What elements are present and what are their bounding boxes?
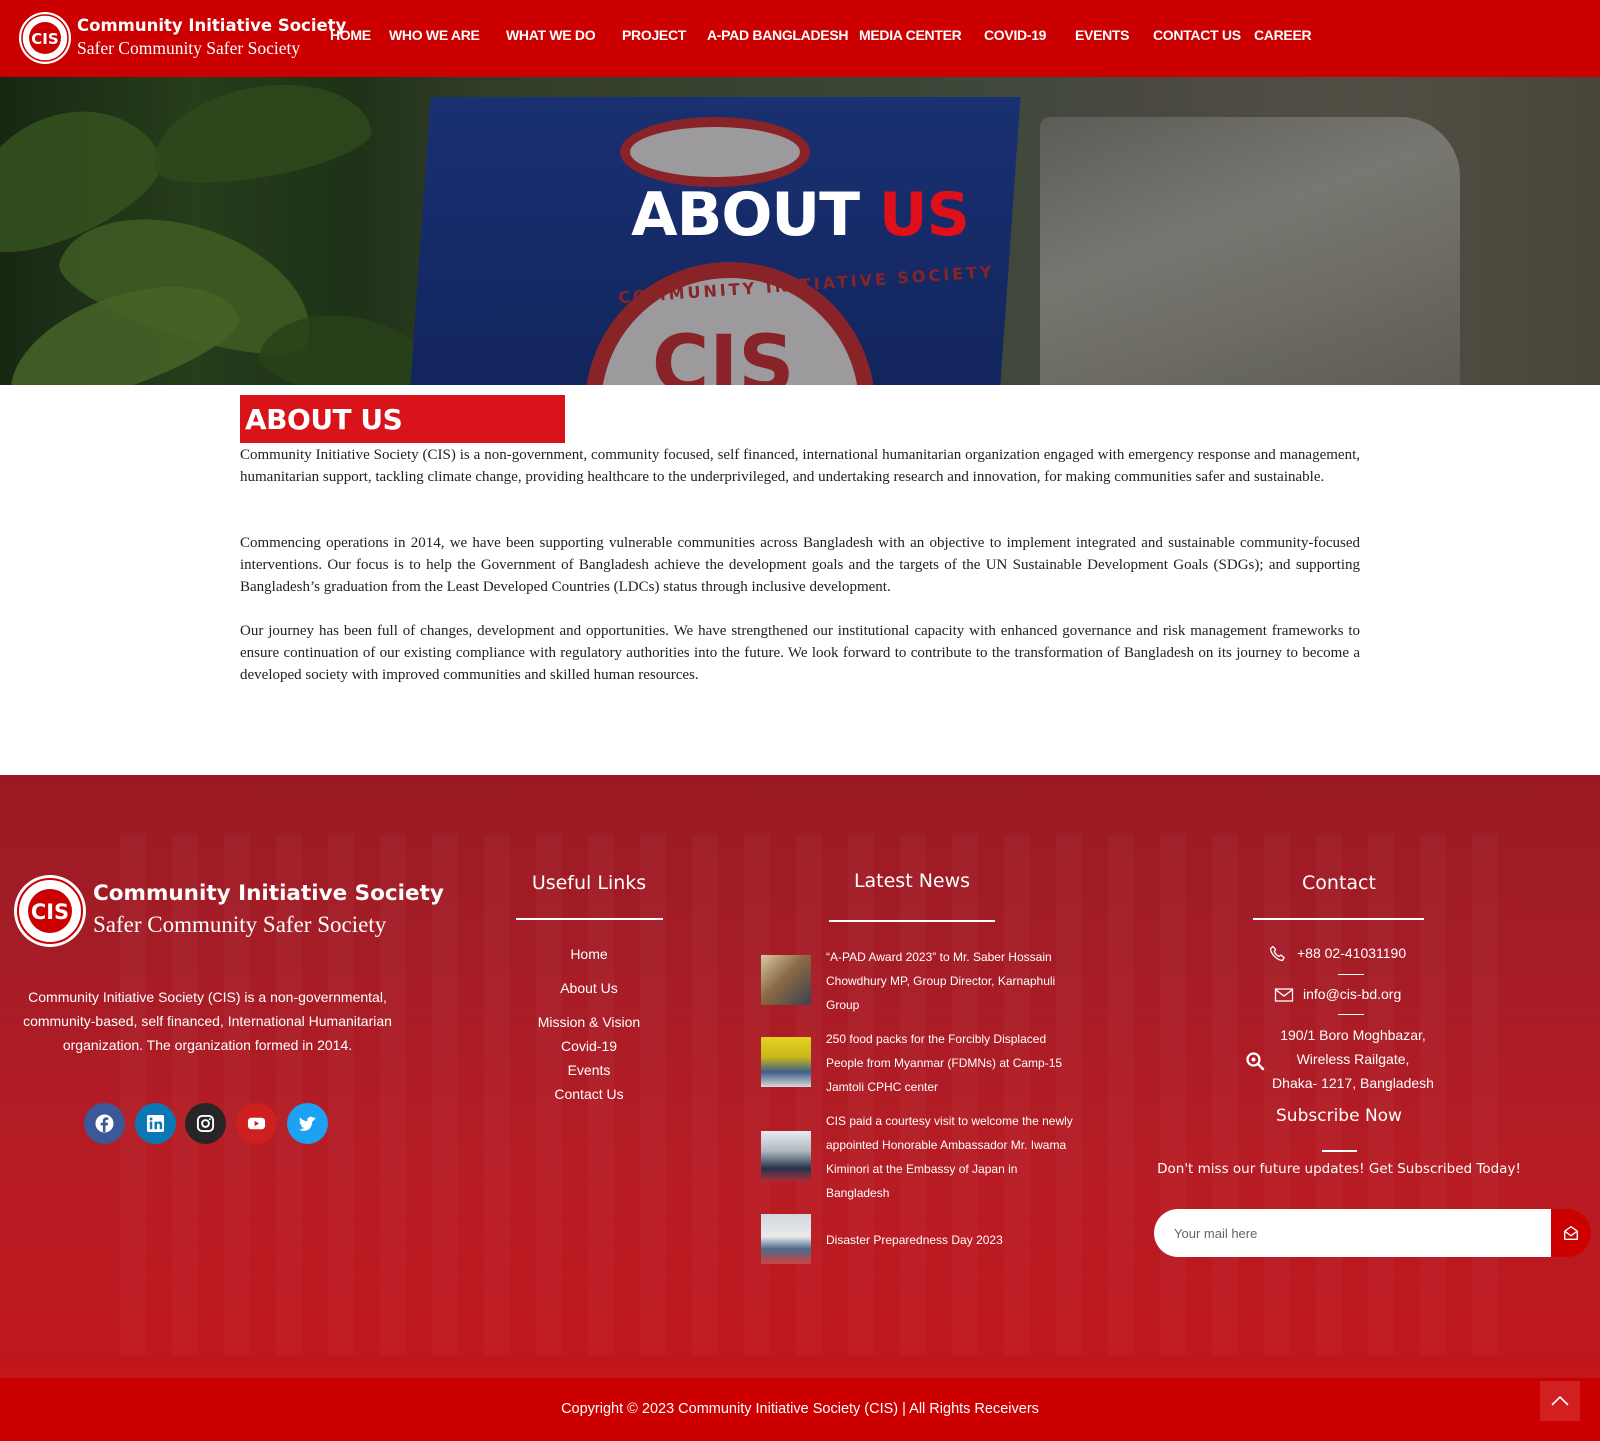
- twitter-button[interactable]: [287, 1103, 328, 1144]
- latest-news-divider: [829, 920, 995, 922]
- twitter-icon: [298, 1116, 317, 1131]
- instagram-icon: [196, 1114, 215, 1133]
- news-item-2[interactable]: 250 food packs for the Forcibly Displace…: [826, 1027, 1076, 1099]
- email-icon: [1274, 988, 1294, 1002]
- site-header: CIS Community Initiative Society Safer C…: [0, 0, 1600, 77]
- mail-send-icon: [1564, 1226, 1578, 1240]
- useful-links-divider: [516, 918, 663, 920]
- address-line-2: Wireless Railgate,: [1296, 1051, 1410, 1067]
- copyright-text: Copyright © 2023 Community Initiative So…: [561, 1401, 1039, 1417]
- linkedin-button[interactable]: [135, 1103, 176, 1144]
- nav-media-center[interactable]: MEDIA CENTER: [859, 27, 962, 43]
- latest-news-heading: Latest News: [853, 870, 971, 892]
- instagram-button[interactable]: [185, 1103, 226, 1144]
- news-item-1[interactable]: “A-PAD Award 2023” to Mr. Saber Hossain …: [826, 945, 1076, 1017]
- subscribe-text: Don't miss our future updates! Get Subsc…: [1157, 1161, 1521, 1177]
- footer-link-events[interactable]: Events: [489, 1062, 689, 1078]
- news-thumbnail-3[interactable]: [761, 1131, 811, 1181]
- about-paragraph-1: Community Initiative Society (CIS) is a …: [240, 447, 1360, 485]
- footer-link-contact-us[interactable]: Contact Us: [489, 1086, 689, 1102]
- nav-career[interactable]: CAREER: [1254, 27, 1312, 43]
- contact-separator: [1338, 974, 1364, 975]
- copyright-bar: Copyright © 2023 Community Initiative So…: [0, 1378, 1600, 1441]
- nav-contact-us[interactable]: CONTACT US: [1153, 27, 1241, 43]
- footer-brand-name: Community Initiative Society: [93, 881, 444, 906]
- footer-link-covid-19[interactable]: Covid-19: [489, 1038, 689, 1054]
- news-item-4[interactable]: Disaster Preparedness Day 2023: [826, 1228, 1076, 1252]
- contact-divider: [1253, 918, 1424, 920]
- nav-project[interactable]: PROJECT: [622, 27, 686, 43]
- footer-link-home[interactable]: Home: [489, 946, 689, 962]
- about-heading-badge: ABOUT US: [240, 395, 565, 443]
- address-line-1: 190/1 Boro Moghbazar,: [1280, 1027, 1426, 1043]
- contact-phone[interactable]: +88 02-41031190: [1297, 945, 1406, 961]
- back-to-top-button[interactable]: [1540, 1381, 1580, 1421]
- youtube-button[interactable]: [236, 1103, 277, 1144]
- logo-text: CIS: [31, 30, 58, 48]
- useful-links-heading: Useful Links: [531, 872, 647, 894]
- youtube-icon: [247, 1117, 266, 1130]
- footer-cis-logo[interactable]: CIS: [13, 874, 87, 948]
- about-paragraph-3: Our journey has been full of changes, de…: [240, 623, 1360, 683]
- news-thumbnail-4[interactable]: [761, 1214, 811, 1264]
- address-line-3: Dhaka- 1217, Bangladesh: [1272, 1075, 1434, 1091]
- hero-banner: CIS COMMUNITY INITIATIVE SOCIETY ABOUT U…: [0, 77, 1600, 385]
- footer-brand-tagline: Safer Community Safer Society: [93, 912, 387, 937]
- facebook-button[interactable]: [84, 1103, 125, 1144]
- linkedin-icon: [146, 1114, 165, 1133]
- hero-title: ABOUT US: [0, 180, 1600, 250]
- contact-email[interactable]: info@cis-bd.org: [1303, 986, 1401, 1002]
- subscribe-heading: Subscribe Now: [1276, 1106, 1402, 1126]
- footer-link-about-us[interactable]: About Us: [489, 980, 689, 996]
- nav-covid-19[interactable]: COVID-19: [984, 27, 1046, 43]
- hero-title-main: ABOUT: [631, 180, 860, 250]
- nav-who-we-are[interactable]: WHO WE ARE: [389, 27, 480, 43]
- nav-apad-bangladesh[interactable]: A-PAD BANGLADESH: [707, 27, 848, 43]
- chevron-up-icon: [1551, 1395, 1569, 1406]
- about-paragraph-2: Commencing operations in 2014, we have b…: [240, 535, 1360, 595]
- subscribe-email-input[interactable]: [1154, 1209, 1551, 1257]
- brand-name[interactable]: Community Initiative Society: [77, 16, 346, 35]
- phone-icon: [1269, 945, 1285, 962]
- news-item-3[interactable]: CIS paid a courtesy visit to welcome the…: [826, 1109, 1076, 1205]
- nav-what-we-do[interactable]: WHAT WE DO: [506, 27, 596, 43]
- footer-description: Community Initiative Society (CIS) is a …: [23, 989, 392, 1053]
- hero-title-accent: US: [878, 180, 970, 250]
- contact-separator: [1338, 1014, 1364, 1015]
- brand-tagline: Safer Community Safer Society: [77, 38, 301, 58]
- contact-heading: Contact: [1302, 872, 1376, 894]
- news-thumbnail-2[interactable]: [761, 1037, 811, 1087]
- news-thumbnail-1[interactable]: [761, 955, 811, 1005]
- footer-link-mission-vision[interactable]: Mission & Vision: [489, 1014, 689, 1030]
- about-heading: ABOUT US: [245, 403, 403, 436]
- nav-home[interactable]: HOME: [330, 27, 371, 43]
- cis-logo[interactable]: CIS: [18, 11, 72, 65]
- nav-events[interactable]: EVENTS: [1075, 27, 1130, 43]
- facebook-icon: [95, 1114, 114, 1133]
- subscribe-divider: [1322, 1150, 1357, 1152]
- footer-logo-text: CIS: [31, 900, 69, 924]
